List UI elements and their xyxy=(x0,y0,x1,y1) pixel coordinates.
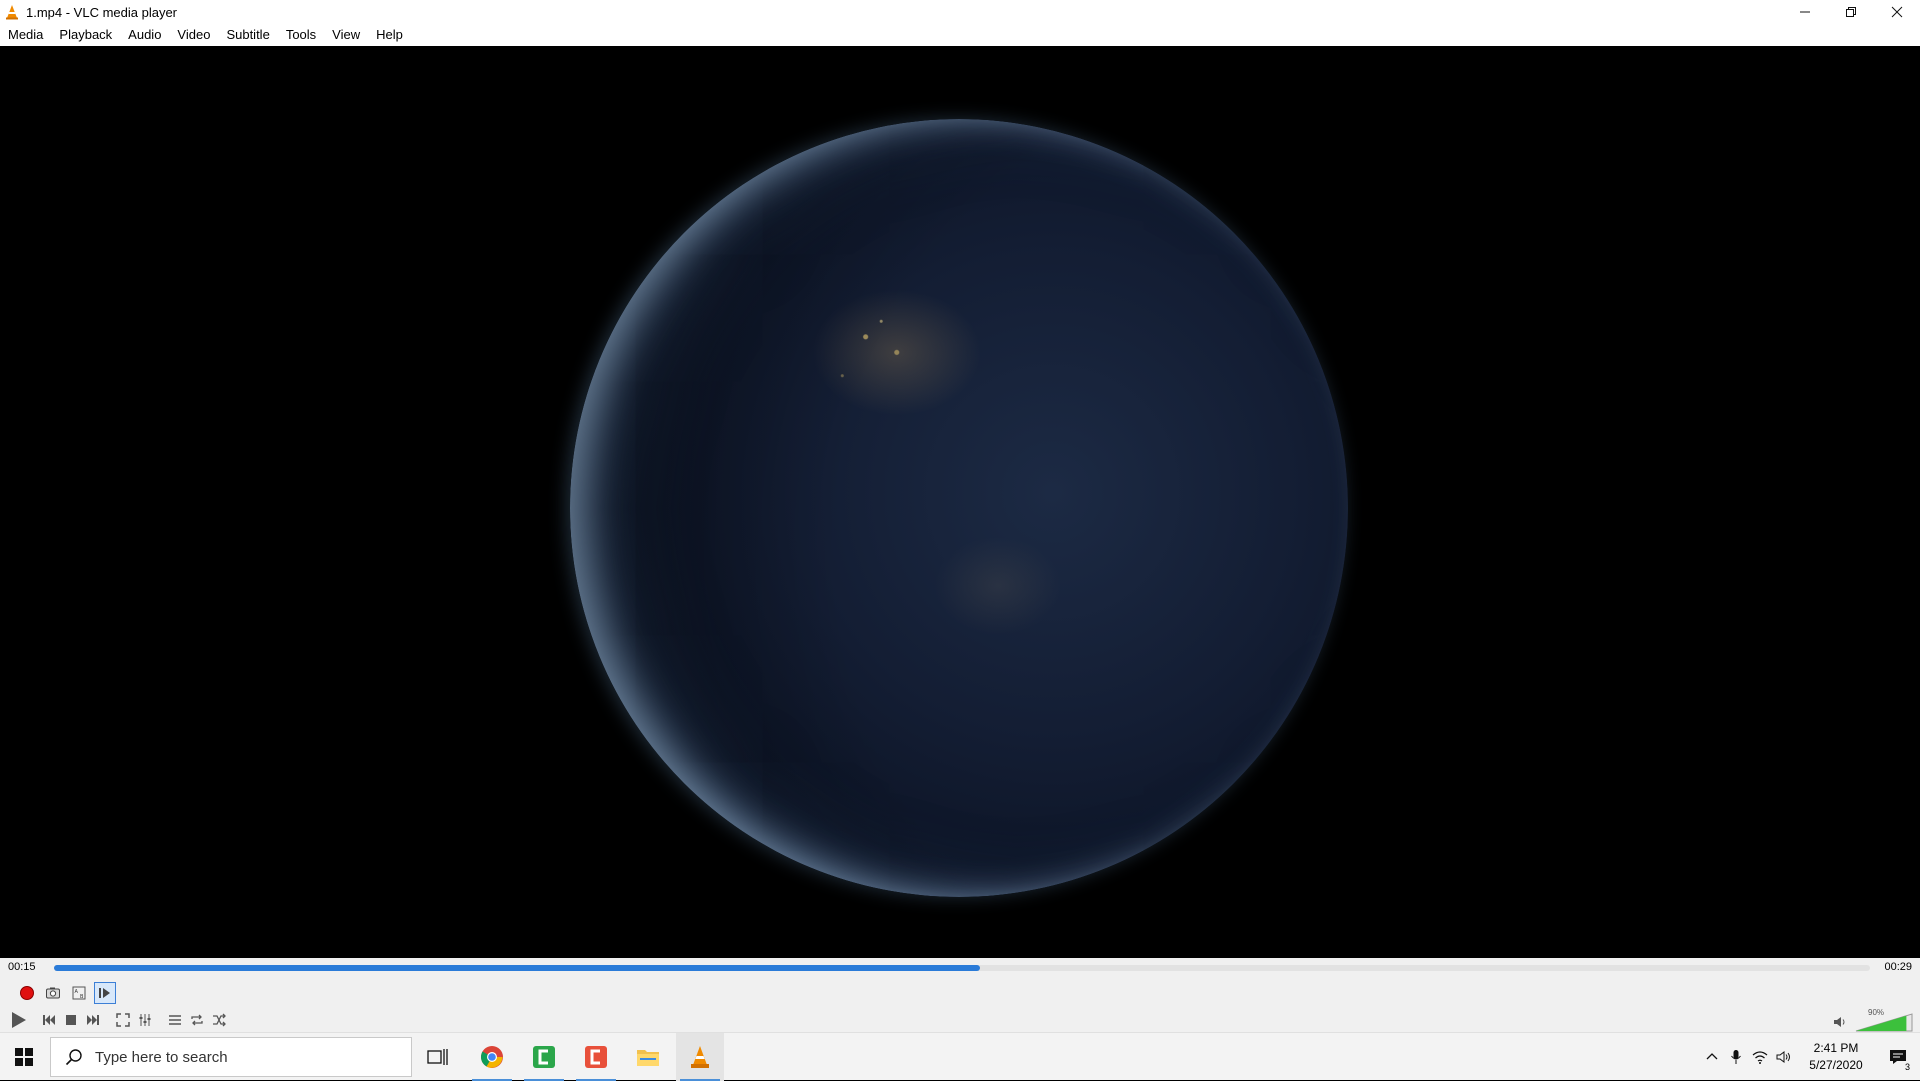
file-explorer-taskbar-button[interactable] xyxy=(624,1033,672,1081)
record-icon xyxy=(20,986,34,1000)
record-button[interactable] xyxy=(16,982,38,1004)
title-bar: 1.mp4 - VLC media player xyxy=(0,0,1920,24)
windows-taskbar: Type here to search 2:41 PM 5/27/2020 3 xyxy=(0,1032,1920,1081)
menu-bar: Media Playback Audio Video Subtitle Tool… xyxy=(0,24,1920,46)
frame-step-icon xyxy=(99,988,110,998)
vlc-taskbar-button[interactable] xyxy=(676,1033,724,1081)
advanced-controls: A B xyxy=(16,982,116,1004)
extended-settings-button[interactable] xyxy=(134,1009,156,1031)
vlc-cone-icon xyxy=(691,1046,709,1068)
volume-slider[interactable] xyxy=(1854,1012,1914,1032)
earth-shadow xyxy=(570,119,1348,897)
loop-button[interactable] xyxy=(186,1009,208,1031)
earth-video-frame xyxy=(570,119,1348,897)
previous-button[interactable] xyxy=(38,1009,60,1031)
search-placeholder: Type here to search xyxy=(95,1048,228,1066)
play-icon xyxy=(12,1012,26,1028)
notification-count: 3 xyxy=(1904,1062,1910,1072)
clock-date: 5/27/2020 xyxy=(1809,1058,1863,1072)
search-icon xyxy=(65,1049,82,1066)
close-button[interactable] xyxy=(1874,0,1920,24)
menu-view[interactable]: View xyxy=(324,24,368,46)
frame-by-frame-button[interactable] xyxy=(94,982,116,1004)
taskbar-clock[interactable]: 2:41 PM 5/27/2020 xyxy=(1796,1040,1876,1074)
seek-progress-fill xyxy=(54,965,981,971)
vlc-window: 1.mp4 - VLC media player Media Playback xyxy=(0,0,1920,1032)
show-hidden-icons-button[interactable] xyxy=(1700,1033,1724,1081)
minimize-button[interactable] xyxy=(1782,0,1828,24)
fullscreen-button[interactable] xyxy=(112,1009,134,1031)
window-title: 1.mp4 - VLC media player xyxy=(26,4,178,20)
seek-row: 00:15 00:29 xyxy=(0,958,1920,978)
snapshot-button[interactable] xyxy=(42,982,64,1004)
camtasia-recorder-taskbar-button[interactable] xyxy=(572,1033,620,1081)
menu-help[interactable]: Help xyxy=(368,24,411,46)
menu-video[interactable]: Video xyxy=(169,24,218,46)
playlist-icon xyxy=(169,1015,181,1025)
svg-text:B: B xyxy=(80,994,84,1000)
stop-icon xyxy=(66,1015,76,1025)
equalizer-sliders-icon xyxy=(139,1014,151,1026)
play-button[interactable] xyxy=(6,1008,30,1032)
close-icon xyxy=(1891,6,1903,18)
menu-subtitle[interactable]: Subtitle xyxy=(218,24,277,46)
camera-icon xyxy=(46,987,60,999)
restore-button[interactable] xyxy=(1828,0,1874,24)
seek-slider[interactable] xyxy=(54,965,1870,971)
task-view-icon xyxy=(427,1049,448,1065)
wifi-icon xyxy=(1752,1051,1768,1064)
next-button[interactable] xyxy=(82,1009,104,1031)
menu-playback[interactable]: Playback xyxy=(51,24,120,46)
volume-tray-button[interactable] xyxy=(1772,1033,1796,1081)
total-time: 00:29 xyxy=(1884,961,1912,973)
chrome-icon xyxy=(481,1046,503,1068)
chrome-taskbar-button[interactable] xyxy=(468,1033,516,1081)
speaker-icon xyxy=(1776,1051,1790,1063)
microphone-icon xyxy=(1731,1050,1741,1064)
minimize-icon xyxy=(1800,11,1810,13)
volume-control: 90% xyxy=(1814,1008,1914,1032)
fullscreen-icon xyxy=(116,1013,130,1027)
microphone-tray-button[interactable] xyxy=(1724,1033,1748,1081)
video-canvas[interactable] xyxy=(0,46,1920,958)
menu-audio[interactable]: Audio xyxy=(120,24,169,46)
clock-time: 2:41 PM xyxy=(1813,1041,1859,1055)
speaker-icon[interactable] xyxy=(1832,1014,1848,1030)
vlc-cone-icon xyxy=(6,5,18,20)
svg-text:A: A xyxy=(75,989,79,995)
camtasia-recorder-icon xyxy=(585,1046,607,1068)
task-view-button[interactable] xyxy=(414,1033,462,1081)
playlist-button[interactable] xyxy=(164,1009,186,1031)
system-tray: 2:41 PM 5/27/2020 3 xyxy=(1700,1033,1920,1081)
main-controls xyxy=(6,1008,230,1032)
repeat-icon xyxy=(191,1014,203,1026)
network-tray-button[interactable] xyxy=(1748,1033,1772,1081)
start-button[interactable] xyxy=(0,1033,48,1081)
loop-ab-icon: A B xyxy=(72,986,86,1000)
elapsed-time: 00:15 xyxy=(8,961,36,973)
folder-icon xyxy=(637,1050,659,1066)
window-controls xyxy=(1782,0,1920,24)
windows-logo-icon xyxy=(15,1048,33,1066)
menu-tools[interactable]: Tools xyxy=(278,24,324,46)
shuffle-button[interactable] xyxy=(208,1009,230,1031)
stop-button[interactable] xyxy=(60,1009,82,1031)
skip-forward-icon xyxy=(87,1015,99,1025)
camtasia-green-taskbar-button[interactable] xyxy=(520,1033,568,1081)
action-center-button[interactable]: 3 xyxy=(1876,1033,1920,1081)
shuffle-icon xyxy=(213,1013,226,1027)
skip-back-icon xyxy=(43,1015,55,1025)
loop-ab-button[interactable]: A B xyxy=(68,982,90,1004)
chevron-up-icon xyxy=(1706,1053,1718,1060)
taskbar-search-box[interactable]: Type here to search xyxy=(50,1037,412,1077)
camtasia-green-icon xyxy=(533,1046,555,1068)
restore-icon xyxy=(1846,7,1856,17)
menu-media[interactable]: Media xyxy=(0,24,51,46)
